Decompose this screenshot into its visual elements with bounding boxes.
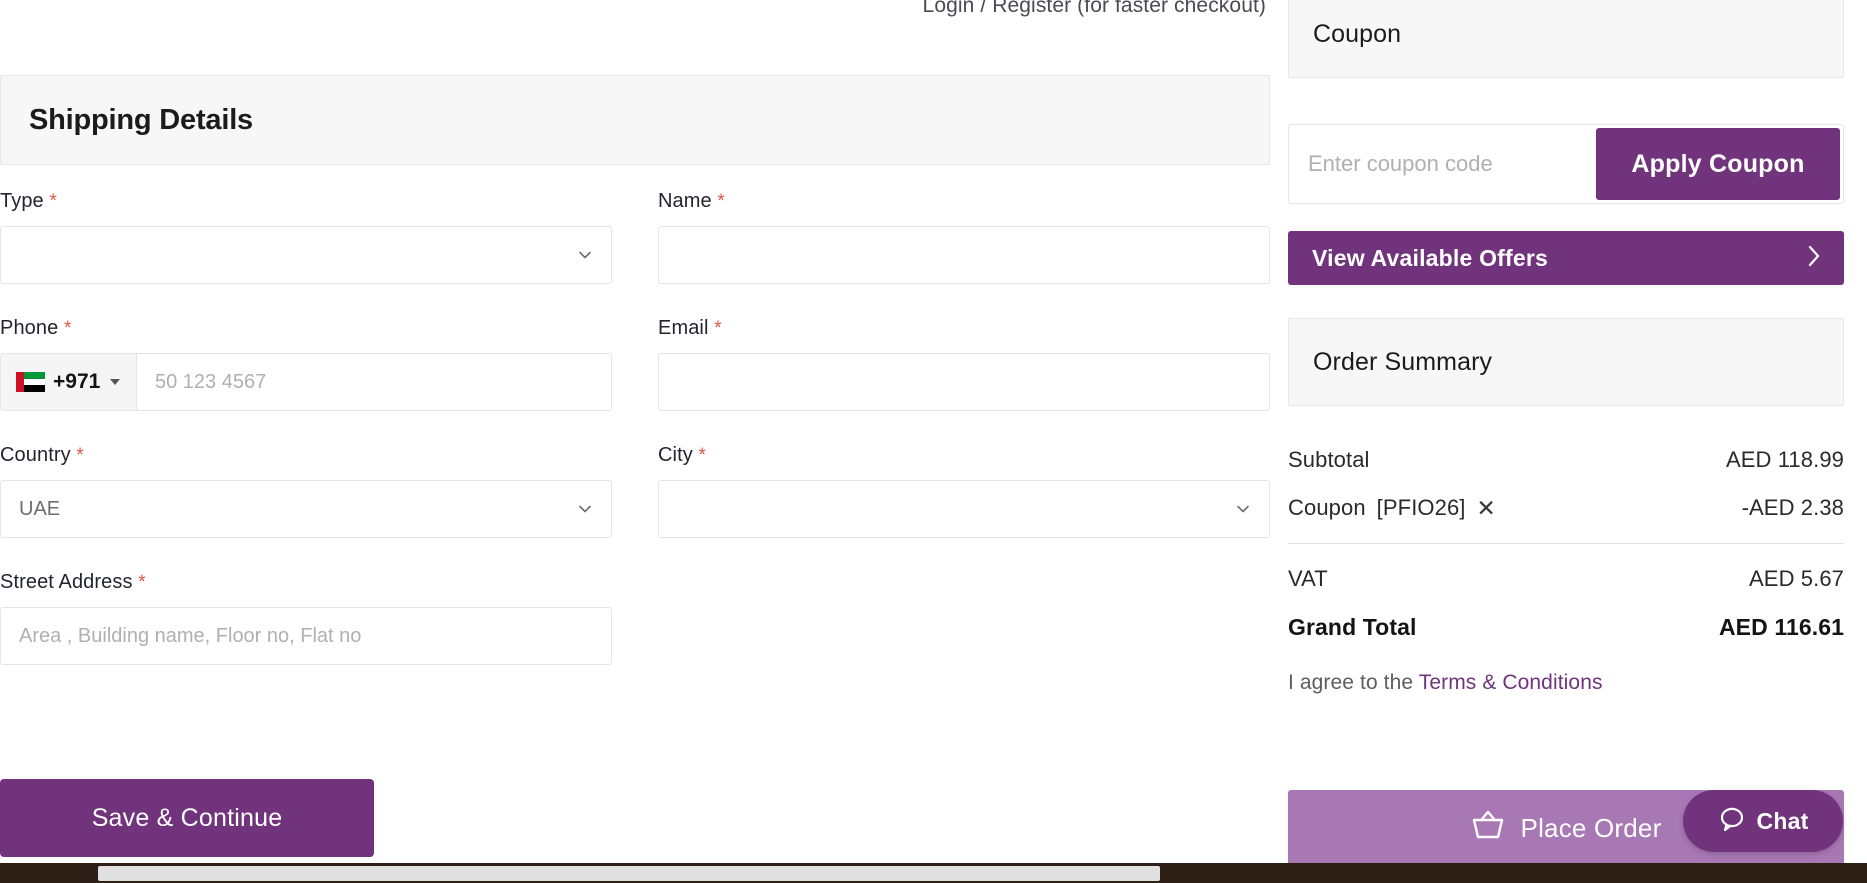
subtotal-label: Subtotal — [1288, 447, 1370, 472]
shipping-details-header: Shipping Details — [0, 75, 1270, 165]
summary-divider — [1288, 543, 1844, 544]
basket-icon — [1471, 810, 1505, 847]
view-available-offers-label: View Available Offers — [1312, 244, 1549, 271]
page-title: Shipping Details — [29, 103, 253, 136]
email-label-text: Email — [658, 317, 709, 339]
coupon-panel-header: Coupon — [1288, 0, 1844, 78]
save-and-continue-button[interactable]: Save & Continue — [0, 779, 374, 857]
place-order-label: Place Order — [1520, 812, 1662, 843]
chat-widget-button[interactable]: Chat — [1683, 790, 1843, 852]
vat-label: VAT — [1288, 566, 1328, 591]
phone-label: Phone * — [0, 317, 612, 340]
chevron-down-icon — [577, 247, 593, 263]
shipping-details-column: Shipping Details Type * Name * Phone * +… — [0, 0, 1270, 883]
subtotal-value: AED 118.99 — [1725, 447, 1844, 472]
phone-field-group: +971 50 123 4567 — [0, 353, 612, 411]
required-asterisk: * — [138, 572, 146, 593]
summary-row-vat: VAT AED 5.67 — [1288, 566, 1844, 592]
email-input[interactable] — [658, 353, 1270, 411]
street-address-placeholder: Area , Building name, Floor no, Flat no — [19, 624, 362, 647]
terms-agreement: I agree to the Terms & Conditions — [1288, 671, 1844, 695]
caret-down-icon — [110, 379, 121, 385]
city-label: City * — [658, 444, 1270, 467]
country-select-value: UAE — [19, 497, 61, 520]
coupon-input[interactable] — [1289, 125, 1596, 203]
city-label-text: City — [658, 444, 693, 466]
city-select[interactable] — [658, 480, 1270, 538]
remove-coupon-icon[interactable]: ✕ — [1477, 496, 1496, 520]
country-code-selector[interactable]: +971 — [1, 354, 137, 410]
required-asterisk: * — [698, 445, 707, 466]
form-row-type-name: Type * Name * — [0, 190, 1270, 284]
grand-total-value: AED 116.61 — [1718, 614, 1844, 640]
summary-row-coupon: Coupon [PFIO26] ✕ -AED 2.38 — [1288, 495, 1844, 521]
required-asterisk: * — [64, 318, 72, 339]
order-summary-rows: Subtotal AED 118.99 Coupon [PFIO26] ✕ -A… — [1288, 447, 1844, 695]
name-input[interactable] — [658, 226, 1270, 284]
country-label-text: Country — [0, 444, 71, 466]
field-name: Name * — [658, 190, 1270, 284]
required-asterisk: * — [717, 191, 725, 212]
apply-coupon-button[interactable]: Apply Coupon — [1596, 128, 1840, 200]
form-row-street: Street Address * Area , Building name, F… — [0, 571, 1270, 665]
country-code-value: +971 — [53, 370, 101, 393]
country-select[interactable]: UAE — [0, 480, 612, 538]
name-label-text: Name — [658, 190, 712, 212]
horizontal-scrollbar[interactable] — [0, 863, 1867, 883]
phone-input[interactable]: 50 123 4567 — [137, 354, 611, 410]
chevron-down-icon — [1235, 501, 1251, 517]
street-address-input[interactable]: Area , Building name, Floor no, Flat no — [0, 607, 612, 665]
required-asterisk: * — [714, 318, 722, 339]
terms-and-conditions-link[interactable]: Terms & Conditions — [1419, 671, 1603, 694]
order-summary-header: Order Summary — [1288, 318, 1844, 406]
vat-value: AED 5.67 — [1749, 566, 1844, 591]
uae-flag-icon — [16, 372, 45, 392]
phone-placeholder: 50 123 4567 — [155, 370, 267, 393]
country-label: Country * — [0, 444, 612, 467]
name-label: Name * — [658, 190, 1270, 213]
summary-row-grand-total: Grand Total AED 116.61 — [1288, 614, 1844, 641]
field-country: Country * UAE — [0, 444, 612, 538]
shipping-form: Type * Name * Phone * +971 50 123 4567 E… — [0, 190, 1270, 698]
phone-label-text: Phone — [0, 317, 59, 339]
checkout-page: Login / Register (for faster checkout) S… — [0, 0, 1867, 883]
type-label-text: Type — [0, 190, 44, 212]
type-label: Type * — [0, 190, 612, 213]
coupon-entry-group: Apply Coupon — [1288, 124, 1844, 204]
required-asterisk: * — [76, 445, 84, 466]
field-type: Type * — [0, 190, 612, 284]
type-select[interactable] — [0, 226, 612, 284]
view-available-offers-button[interactable]: View Available Offers — [1288, 231, 1844, 285]
field-street-address: Street Address * Area , Building name, F… — [0, 571, 612, 665]
chevron-down-icon — [577, 501, 593, 517]
field-phone: Phone * +971 50 123 4567 — [0, 317, 612, 411]
summary-row-subtotal: Subtotal AED 118.99 — [1288, 447, 1844, 473]
chat-bubble-icon — [1718, 805, 1746, 838]
coupon-discount-value: -AED 2.38 — [1741, 495, 1844, 520]
coupon-code-text: [PFIO26] — [1376, 495, 1466, 520]
scrollbar-thumb[interactable] — [98, 866, 1160, 881]
terms-prefix-text: I agree to the — [1288, 671, 1419, 694]
email-label: Email * — [658, 317, 1270, 340]
coupon-row-label: Coupon [PFIO26] ✕ — [1288, 495, 1496, 521]
chat-label: Chat — [1756, 807, 1809, 834]
field-email: Email * — [658, 317, 1270, 411]
field-city: City * — [658, 444, 1270, 538]
order-summary-title: Order Summary — [1313, 347, 1493, 376]
street-address-label-text: Street Address — [0, 571, 133, 593]
coupon-label-text: Coupon — [1288, 495, 1366, 520]
coupon-title: Coupon — [1313, 19, 1402, 48]
form-row-phone-email: Phone * +971 50 123 4567 Email * — [0, 317, 1270, 411]
chevron-right-icon — [1804, 243, 1824, 274]
form-row-country-city: Country * UAE City * — [0, 444, 1270, 538]
street-address-label: Street Address * — [0, 571, 612, 594]
grand-total-label: Grand Total — [1288, 614, 1417, 640]
required-asterisk: * — [49, 191, 57, 212]
